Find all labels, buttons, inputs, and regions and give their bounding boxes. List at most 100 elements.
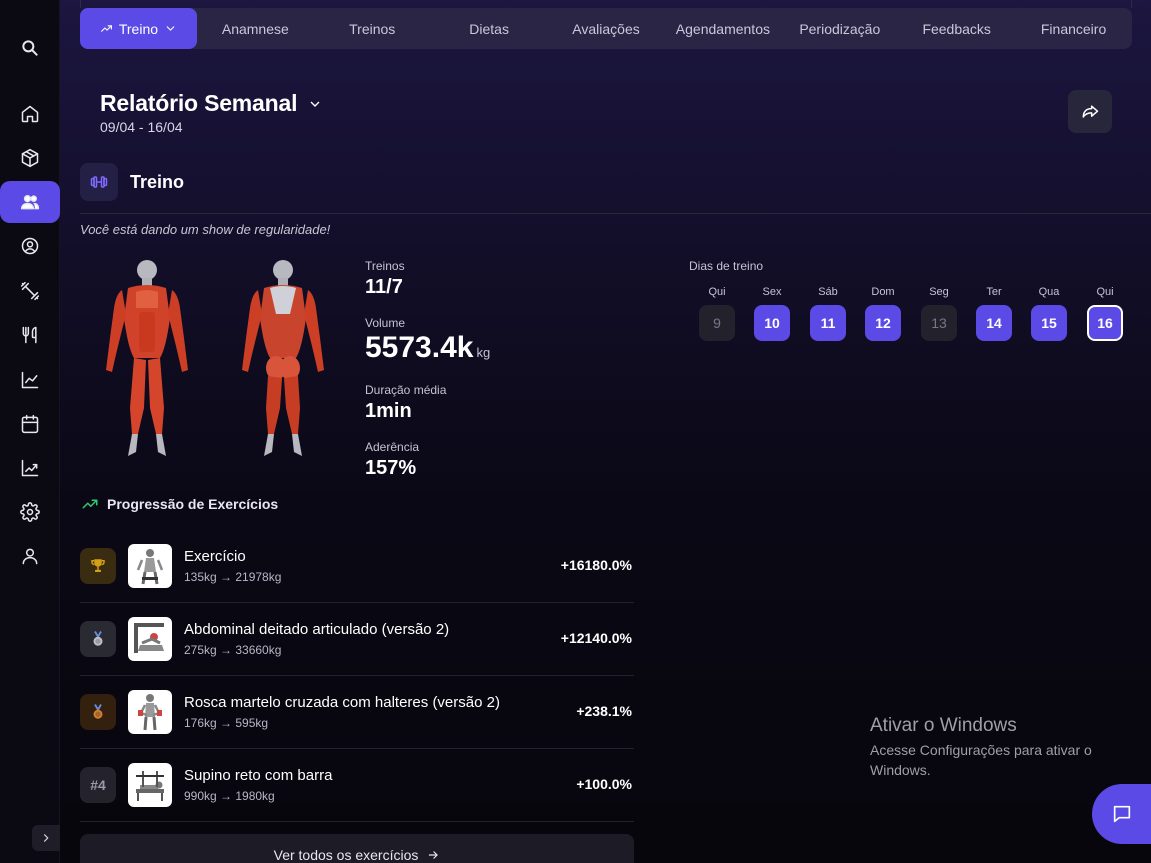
- exercise-progress-pct: +12140.0%: [560, 630, 632, 646]
- trending-chart-icon: [21, 459, 39, 477]
- tab-avaliacoes[interactable]: Avaliações: [548, 8, 665, 49]
- exercise-row[interactable]: Rosca martelo cruzada com halteres (vers…: [80, 676, 634, 749]
- sidebar: [0, 0, 60, 863]
- day-number: 13: [921, 305, 957, 341]
- tab-feedbacks[interactable]: Feedbacks: [898, 8, 1015, 49]
- exercise-row[interactable]: Exercício 135kg → 21978kg +16180.0%: [80, 530, 634, 603]
- sidebar-item-calendar[interactable]: [0, 403, 60, 445]
- tab-treino[interactable]: Treino: [80, 8, 197, 49]
- medal-icon: [93, 631, 103, 646]
- rank-badge: #4: [80, 767, 116, 803]
- day-name: Sáb: [818, 286, 838, 298]
- exercise-row[interactable]: #4 Supino reto com barra 990kg → 1980kg …: [80, 749, 634, 822]
- exercise-illustration: [136, 549, 164, 585]
- sidebar-item-diets[interactable]: [0, 314, 60, 356]
- report-date-range: 09/04 - 16/04: [100, 119, 183, 135]
- sidebar-item-account[interactable]: [0, 535, 60, 577]
- section-icon-box: [80, 163, 118, 201]
- exercise-thumbnail: [128, 617, 172, 661]
- tab-dietas[interactable]: Dietas: [431, 8, 548, 49]
- exercise-name: Abdominal deitado articulado (versão 2): [184, 621, 450, 638]
- sidebar-item-home[interactable]: [0, 93, 60, 135]
- day-name: Ter: [986, 286, 1002, 298]
- tab-treinos[interactable]: Treinos: [314, 8, 431, 49]
- stat-volume: 5573.4k kg: [365, 331, 490, 365]
- home-icon: [21, 105, 39, 123]
- rank-badge-bronze: [80, 694, 116, 730]
- sidebar-item-reports[interactable]: [0, 447, 60, 489]
- trending-up-icon: [82, 499, 98, 509]
- tab-label: Treino: [118, 20, 159, 37]
- page-title: Relatório Semanal: [100, 90, 298, 116]
- exercise-illustration: [134, 623, 164, 653]
- view-all-exercises-button[interactable]: Ver todos os exercícios: [80, 834, 634, 863]
- training-day: Ter 14: [976, 285, 1012, 341]
- tab-anamnese[interactable]: Anamnese: [197, 8, 314, 49]
- training-day: Qui 9: [699, 285, 735, 341]
- share-icon: [1082, 104, 1099, 118]
- exercise-detail: 990kg → 1980kg: [184, 789, 275, 803]
- muscle-map-back: [242, 260, 324, 456]
- arrow-right-icon: [429, 851, 439, 859]
- exercise-progress-pct: +100.0%: [576, 776, 632, 792]
- medal-icon: [93, 704, 103, 719]
- stat-volume-label: Volume: [365, 316, 406, 330]
- exercise-illustration: [136, 771, 164, 801]
- section-title: Treino: [130, 172, 185, 192]
- line-chart-icon: [21, 371, 39, 389]
- motivation-message: Você está dando um show de regularidade!: [80, 222, 331, 237]
- day-number: 16: [1087, 305, 1123, 341]
- day-number: 15: [1031, 305, 1067, 341]
- progression-title: Progressão de Exercícios: [107, 496, 279, 512]
- sidebar-item-settings[interactable]: [0, 491, 60, 533]
- exercise-name: Supino reto com barra: [184, 767, 333, 784]
- sidebar-search-button[interactable]: [0, 27, 60, 69]
- stat-duration-label: Duração média: [365, 383, 447, 397]
- tab-periodizacao[interactable]: Periodização: [781, 8, 898, 49]
- exercise-thumbnail: [128, 690, 172, 734]
- training-day: Qui 16: [1087, 285, 1123, 341]
- sidebar-item-charts[interactable]: [0, 359, 60, 401]
- tab-financeiro[interactable]: Financeiro: [1015, 8, 1132, 49]
- package-icon: [21, 148, 39, 168]
- tab-agendamentos[interactable]: Agendamentos: [664, 8, 781, 49]
- chat-button[interactable]: [1092, 784, 1151, 844]
- stat-volume-value: 5573.4k: [365, 331, 474, 364]
- day-number: 12: [865, 305, 901, 341]
- sidebar-item-students[interactable]: [0, 181, 60, 223]
- muscle-map-front: [106, 260, 188, 456]
- users-icon: [20, 195, 40, 210]
- exercise-row[interactable]: Abdominal deitado articulado (versão 2) …: [80, 603, 634, 676]
- sidebar-item-profile[interactable]: [0, 225, 60, 267]
- exercise-thumbnail: [128, 544, 172, 588]
- chat-icon: [1113, 805, 1131, 823]
- training-days-label: Dias de treino: [689, 259, 764, 273]
- stat-adherence-label: Aderência: [365, 440, 420, 454]
- exercise-detail: 176kg → 595kg: [184, 716, 269, 730]
- sidebar-item-exercises[interactable]: [0, 270, 60, 312]
- stat-volume-unit: kg: [476, 345, 491, 360]
- exercise-name: Rosca martelo cruzada com halteres (vers…: [184, 694, 500, 711]
- training-day: Sáb 11: [810, 285, 846, 341]
- exercise-thumbnail: [128, 763, 172, 807]
- sidebar-item-products[interactable]: [0, 137, 60, 179]
- utensils-icon: [22, 326, 37, 344]
- share-button[interactable]: [1068, 90, 1112, 133]
- report-selector[interactable]: Relatório Semanal: [100, 90, 323, 117]
- exercise-detail: 275kg → 33660kg: [184, 643, 282, 657]
- stat-adherence-value: 157%: [365, 457, 417, 479]
- day-number: 14: [976, 305, 1012, 341]
- top-frame: [80, 0, 1132, 8]
- exercise-name: Exercício: [184, 548, 246, 565]
- windows-activation-title: Ativar o Windows: [870, 715, 1017, 736]
- search-icon: [22, 40, 38, 56]
- trophy-icon: [91, 559, 105, 572]
- progression-header: Progressão de Exercícios: [81, 495, 278, 513]
- day-number: 9: [699, 305, 735, 341]
- exercise-progress-pct: +16180.0%: [560, 557, 632, 573]
- sidebar-expand-button[interactable]: [32, 825, 60, 851]
- day-name: Dom: [871, 286, 895, 298]
- training-day: Sex 10: [754, 285, 790, 341]
- stat-duration-value: 1min: [365, 400, 412, 422]
- rank-badge-silver: [80, 621, 116, 657]
